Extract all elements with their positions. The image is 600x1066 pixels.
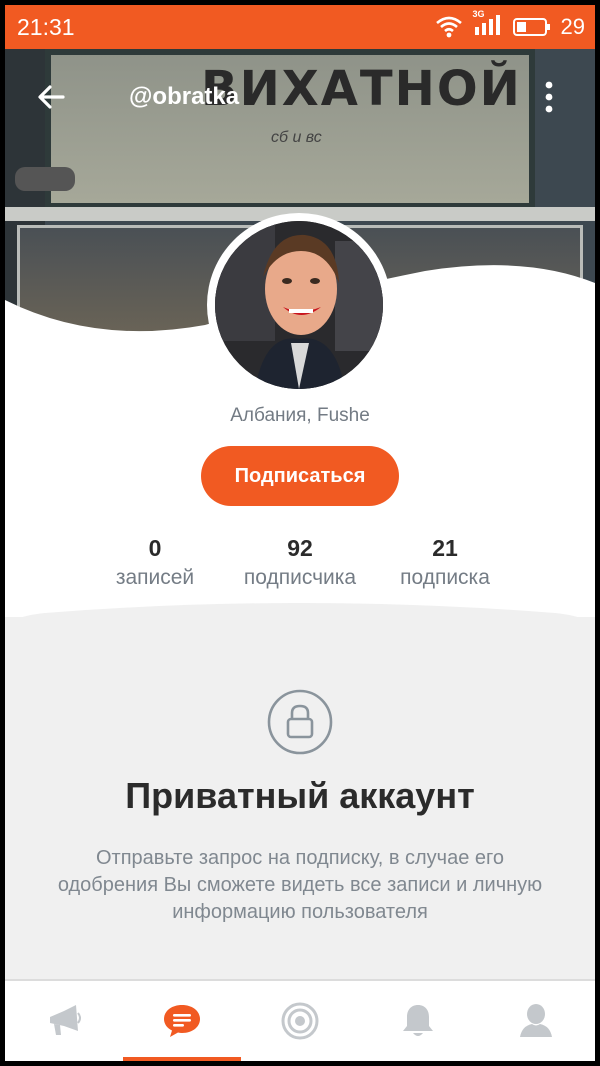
- private-account-title: Приватный аккаунт: [125, 775, 475, 816]
- subscribe-button[interactable]: Подписаться: [201, 446, 399, 506]
- nav-item-profile[interactable]: [477, 981, 595, 1061]
- private-account-description: Отправьте запрос на подписку, в случае е…: [57, 847, 543, 923]
- stat-following-value: 21: [432, 535, 458, 561]
- cover-sign: ВИХАТНОЙ сб и вс: [45, 49, 535, 209]
- stat-following-label: подписка: [400, 566, 490, 589]
- profile-icon: [520, 1004, 552, 1037]
- battery-icon: [512, 18, 550, 36]
- stat-posts-value: 0: [148, 535, 162, 561]
- stat-followers[interactable]: 92 подписчика: [230, 535, 370, 590]
- back-button[interactable]: [33, 79, 69, 115]
- nav-item-discover[interactable]: [241, 981, 359, 1061]
- battery-level: 29: [560, 14, 585, 39]
- stat-posts[interactable]: 0 записей: [105, 535, 205, 590]
- bell-icon: [403, 1005, 433, 1036]
- status-bar: 21:31 3G 29: [5, 5, 595, 49]
- more-vertical-icon[interactable]: [535, 77, 563, 117]
- avatar-photo: [215, 221, 383, 389]
- lock-icon: [267, 689, 333, 755]
- stat-followers-label: подписчика: [243, 566, 357, 589]
- status-time: 21:31: [17, 14, 75, 40]
- stat-following[interactable]: 21 подписка: [390, 535, 500, 590]
- nav-item-feed[interactable]: [5, 981, 123, 1061]
- nav-item-messages[interactable]: [123, 981, 241, 1061]
- bottom-nav: [5, 979, 595, 1061]
- avatar[interactable]: [207, 213, 391, 397]
- chat-icon: [164, 1005, 200, 1037]
- cover-sign-small-text: сб и вс: [271, 129, 322, 146]
- profile-username: @obratka: [129, 83, 240, 110]
- nav-item-notifications[interactable]: [359, 981, 477, 1061]
- profile-location: Албания, Fushe: [230, 405, 370, 426]
- wifi-icon: [435, 16, 462, 38]
- cover-sign-text: ВИХАТНОЙ: [201, 61, 522, 117]
- signal-icon: 3G: [473, 9, 503, 42]
- target-icon: [281, 1002, 319, 1040]
- cover-pipe: [15, 167, 75, 191]
- stat-posts-label: записей: [115, 566, 195, 589]
- network-type: 3G: [472, 8, 485, 19]
- app-screen: 21:31 3G 29 ВИХАТНОЙ сб и вс @obratka Ал…: [5, 5, 595, 1061]
- stat-followers-value: 92: [287, 535, 313, 561]
- status-icons: 3G 29: [435, 9, 585, 42]
- megaphone-icon: [50, 1005, 81, 1035]
